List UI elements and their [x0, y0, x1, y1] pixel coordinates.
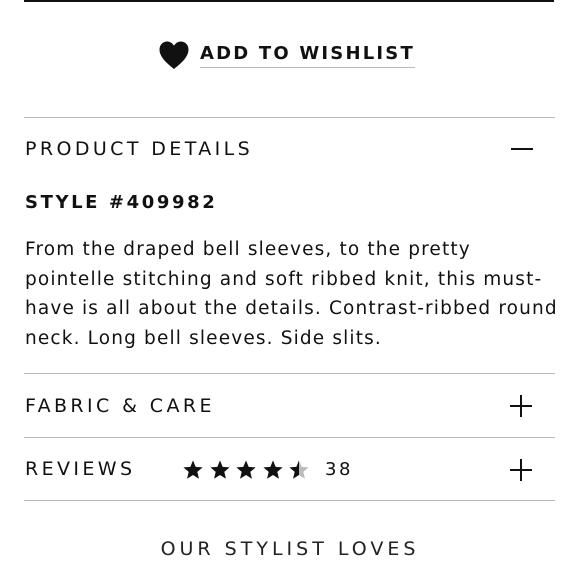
- add-to-wishlist-button[interactable]: ADD TO WISHLIST: [158, 38, 415, 72]
- add-to-bag-button-edge[interactable]: [24, 0, 554, 2]
- star-icon: [183, 460, 203, 479]
- collapse-product-details-button[interactable]: [509, 136, 535, 162]
- star-icon: [262, 460, 283, 479]
- expand-fabric-care-button[interactable]: [508, 393, 534, 419]
- reviews-heading[interactable]: REVIEWS: [25, 457, 135, 481]
- wishlist-label: ADD TO WISHLIST: [200, 43, 415, 68]
- minus-icon: [511, 148, 533, 150]
- fabric-care-heading[interactable]: FABRIC & CARE: [25, 394, 215, 418]
- heart-icon: [158, 40, 190, 70]
- divider: [24, 117, 555, 118]
- divider: [24, 373, 555, 374]
- plus-icon: [510, 459, 532, 481]
- divider: [24, 500, 555, 501]
- product-details-heading[interactable]: PRODUCT DETAILS: [25, 137, 253, 161]
- style-number: STYLE #409982: [25, 192, 218, 213]
- review-count[interactable]: 38: [325, 458, 353, 482]
- star-icon: [289, 460, 309, 479]
- expand-reviews-button[interactable]: [508, 457, 534, 483]
- product-description: From the draped bell sleeves, to the pre…: [25, 239, 558, 349]
- divider: [24, 437, 555, 438]
- our-stylist-loves-heading: OUR STYLIST LOVES: [160, 538, 420, 560]
- rating-stars[interactable]: [182, 459, 315, 481]
- star-icon: [236, 460, 256, 479]
- star-icon: [209, 460, 230, 479]
- plus-icon: [510, 395, 532, 417]
